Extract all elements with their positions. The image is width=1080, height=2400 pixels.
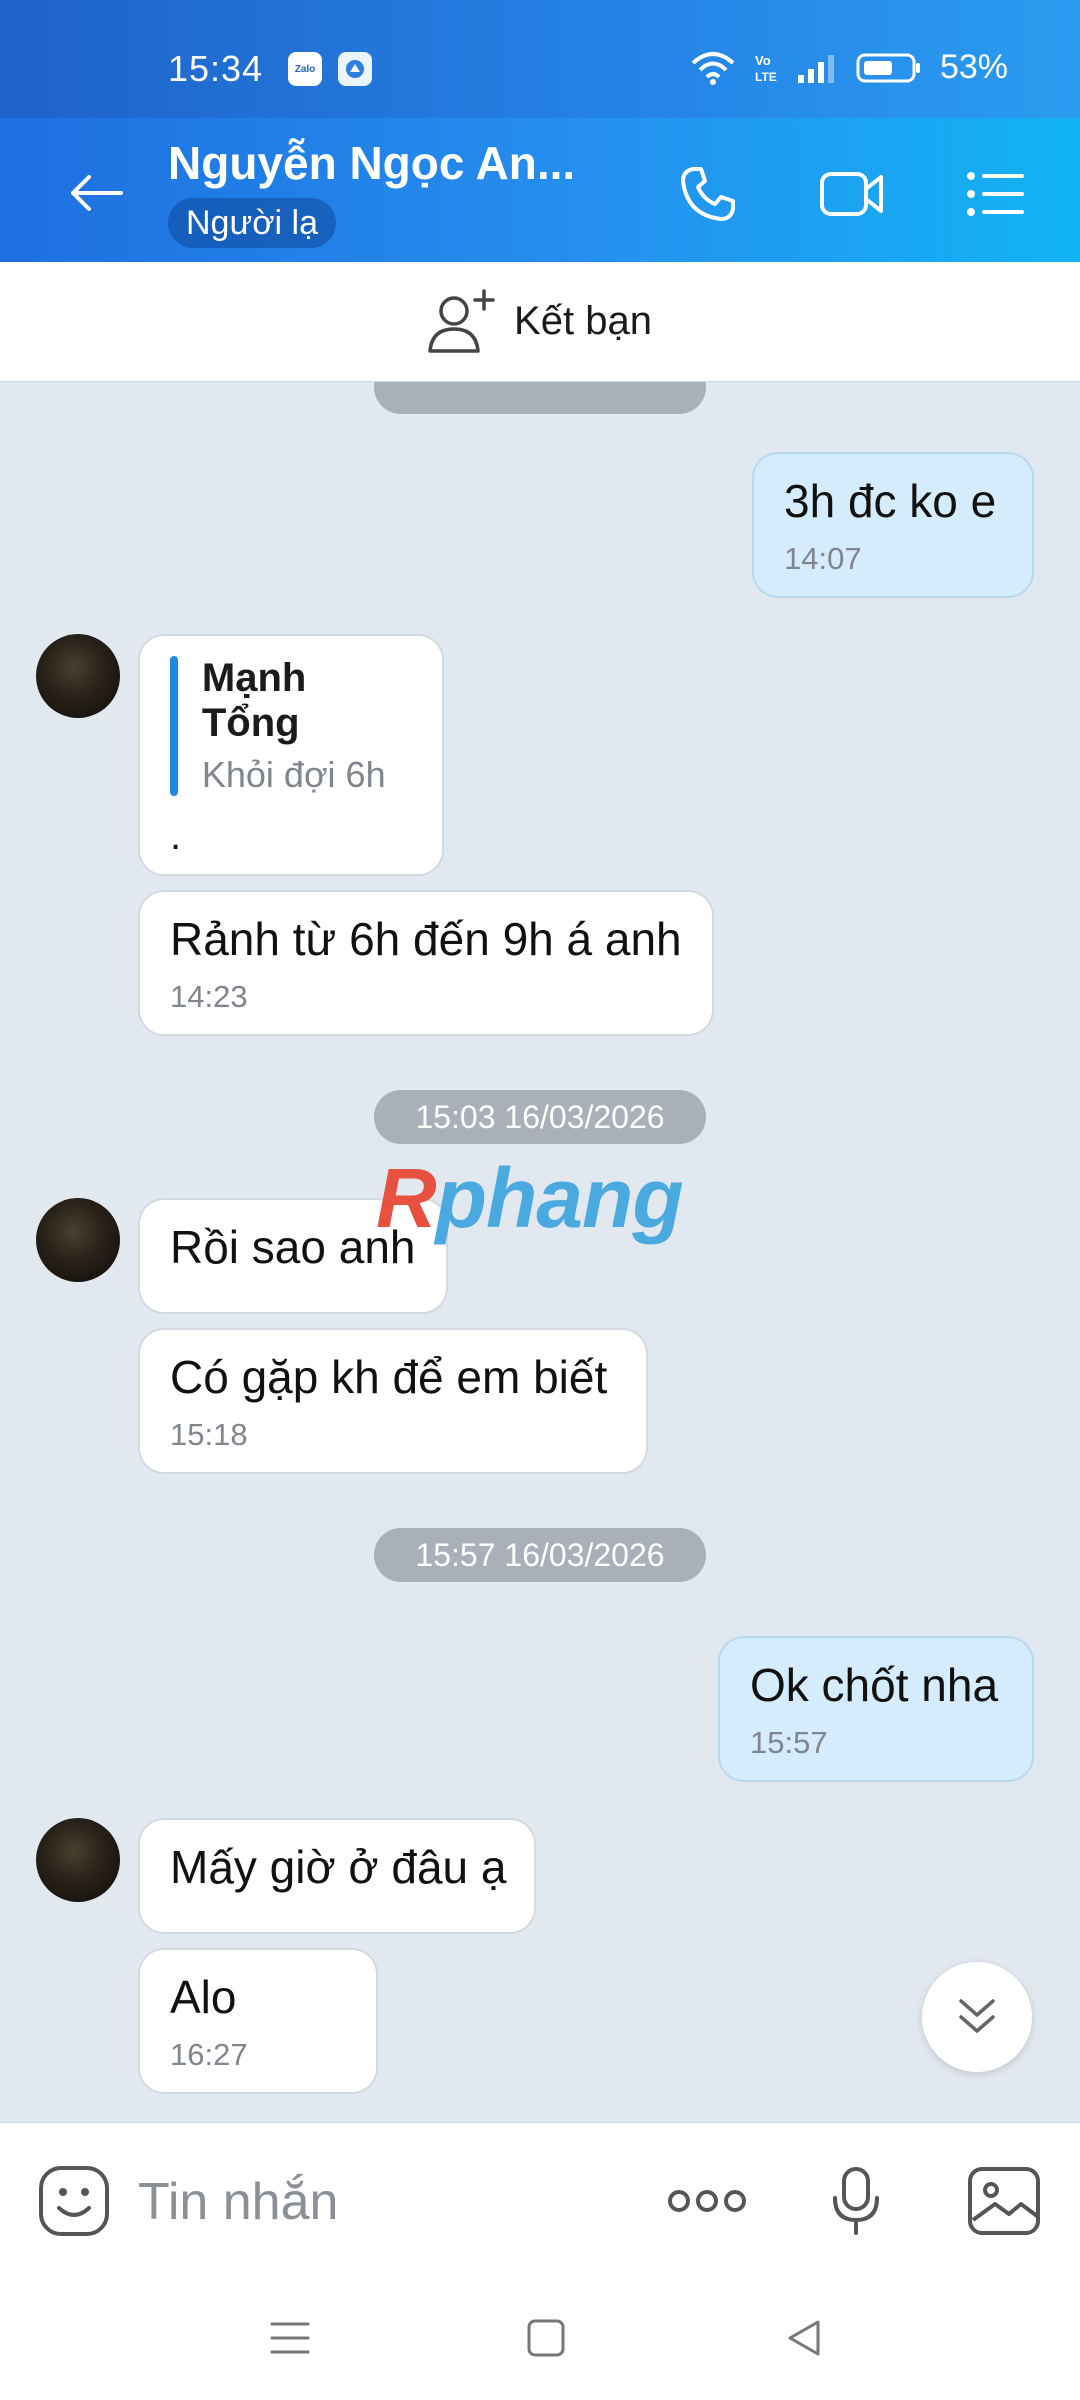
message-bubble-quote[interactable]: Mạnh Tổng Khỏi đợi 6h . <box>138 634 444 876</box>
svg-text:Vo: Vo <box>755 53 771 68</box>
more-options-button[interactable] <box>666 2163 748 2239</box>
triangle-back-icon <box>788 2320 820 2356</box>
signal-icon <box>797 53 838 83</box>
quote-author: Mạnh Tổng <box>201 656 307 745</box>
add-user-icon <box>428 288 495 353</box>
emoji-icon <box>39 2166 109 2236</box>
message-text: Rảnh từ 6h đến 9h á anh <box>170 913 682 965</box>
status-time: 15:34 <box>168 48 264 89</box>
message-bubble-in[interactable]: Mấy giờ ở đâu ạ <box>138 1818 536 1934</box>
back-button[interactable] <box>60 158 130 228</box>
date-pill: 15:57 16/03/2026 <box>374 1528 706 1582</box>
list-menu-icon <box>967 172 1024 216</box>
message-text: Mấy giờ ở đâu ạ <box>170 1841 507 1893</box>
avatar[interactable] <box>36 1198 120 1282</box>
quote-block: Mạnh Tổng Khỏi đợi 6h <box>170 656 412 796</box>
voice-call-button[interactable] <box>672 158 744 230</box>
stranger-badge: Người lạ <box>168 198 336 248</box>
message-bubble-in[interactable]: Rảnh từ 6h đến 9h á anh 14:23 <box>138 890 714 1036</box>
date-pill: 15:03 16/03/2026 <box>374 1090 706 1144</box>
home-square-icon <box>527 2319 565 2357</box>
message-time: 15:57 <box>750 1725 828 1761</box>
double-chevron-down-icon <box>959 1999 995 2033</box>
message-time: 14:23 <box>170 979 248 1015</box>
message-text: . <box>170 814 182 858</box>
battery-icon <box>856 52 922 84</box>
video-call-button[interactable] <box>816 158 888 230</box>
avatar[interactable] <box>36 634 120 718</box>
recent-apps-button[interactable] <box>260 2308 320 2368</box>
back-nav-button[interactable] <box>774 2308 834 2368</box>
options-button[interactable] <box>960 158 1032 230</box>
svg-text:LTE: LTE <box>755 70 777 84</box>
microphone-icon <box>833 2167 879 2235</box>
message-text: Alo <box>170 1971 237 2023</box>
arrow-left-icon <box>71 175 123 211</box>
more-dots-icon <box>668 2190 746 2212</box>
voice-record-button[interactable] <box>818 2163 894 2239</box>
message-input[interactable] <box>138 2167 638 2237</box>
quote-text: Khỏi đợi 6h <box>201 754 386 795</box>
scroll-to-bottom-button[interactable] <box>922 1962 1032 2072</box>
message-bubble-out[interactable]: Ok chốt nha 15:57 <box>718 1636 1034 1782</box>
volte-icon: Vo LTE <box>754 51 780 85</box>
add-friend-button[interactable]: Kết bạn <box>0 262 1080 382</box>
contact-name[interactable]: Nguyễn Ngọc An... <box>168 136 575 190</box>
phone-icon <box>681 167 735 221</box>
message-time: 16:27 <box>170 2037 248 2073</box>
message-text: 3h đc ko e <box>784 475 997 527</box>
gallery-button[interactable] <box>966 2163 1042 2239</box>
message-text: Có gặp kh để em biết <box>170 1351 608 1403</box>
sticker-button[interactable] <box>36 2163 112 2239</box>
image-icon <box>968 2167 1040 2235</box>
date-pill-hidden <box>374 382 706 414</box>
add-friend-label: Kết bạn <box>514 299 652 343</box>
video-camera-icon <box>820 172 883 216</box>
app-icon <box>338 52 372 86</box>
wifi-icon <box>690 51 736 85</box>
message-input-bar <box>0 2122 1080 2272</box>
message-time: 14:07 <box>784 541 862 577</box>
watermark-logo: Rphang <box>376 1151 684 1245</box>
quote-bar <box>170 656 178 796</box>
menu-icon <box>270 2322 310 2354</box>
zalo-icon: Zalo <box>288 52 322 86</box>
chat-area[interactable]: 3h đc ko e 14:07 Mạnh Tổng Khỏi đợi 6h .… <box>0 382 1080 2122</box>
system-nav-bar <box>0 2272 1080 2400</box>
message-time: 15:18 <box>170 1417 248 1453</box>
battery-percent: 53% <box>939 48 1008 86</box>
message-bubble-in[interactable]: Có gặp kh để em biết 15:18 <box>138 1328 648 1474</box>
avatar[interactable] <box>36 1818 120 1902</box>
home-button[interactable] <box>516 2308 576 2368</box>
message-bubble-out[interactable]: 3h đc ko e 14:07 <box>752 452 1034 598</box>
chat-header: Nguyễn Ngọc An... Người lạ <box>0 118 1080 262</box>
message-text: Ok chốt nha <box>750 1659 999 1711</box>
status-bar: 15:34 Zalo Vo LTE 53% <box>0 0 1080 118</box>
message-bubble-in[interactable]: Alo 16:27 <box>138 1948 378 2094</box>
